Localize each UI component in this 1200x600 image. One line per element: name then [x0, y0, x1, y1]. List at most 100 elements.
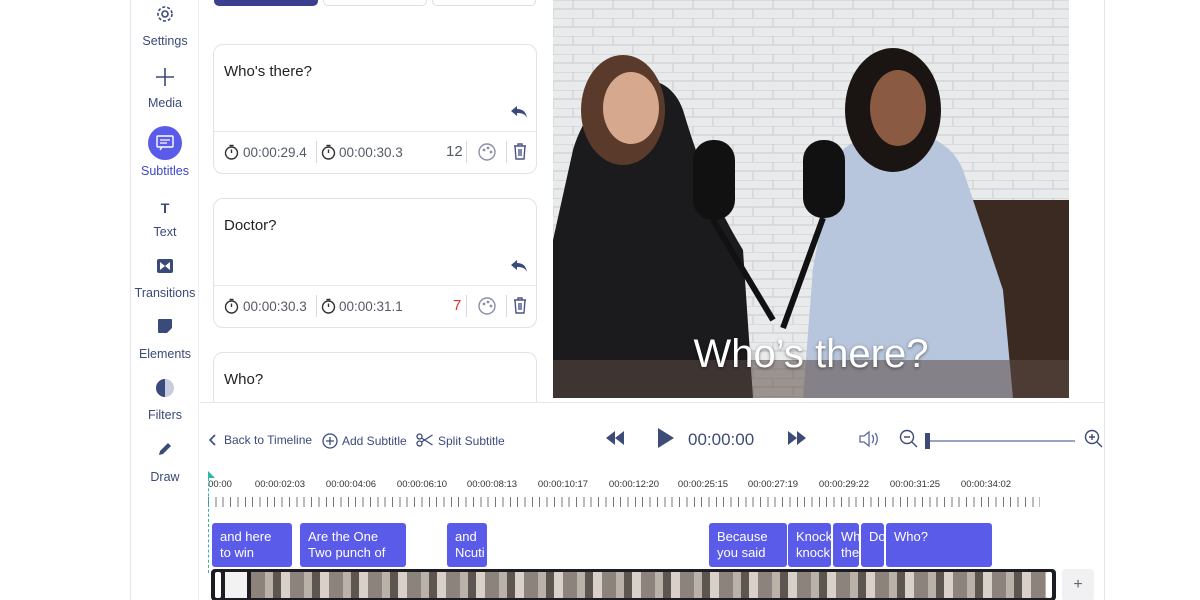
- tab-active[interactable]: [214, 0, 318, 6]
- subtitle-clip[interactable]: and Ncuti: [447, 523, 487, 567]
- sidebar-item-label: Settings: [142, 34, 188, 48]
- ruler-label: 00:00: [208, 479, 232, 490]
- subtitle-clip[interactable]: Wh the: [833, 523, 859, 567]
- transitions-icon: [131, 256, 199, 282]
- filmstrip[interactable]: [211, 569, 1056, 600]
- subtitle-text[interactable]: Who?: [224, 371, 263, 388]
- end-time[interactable]: 00:00:31.1: [339, 299, 403, 314]
- undo-icon[interactable]: [510, 259, 528, 278]
- ruler-label: 00:00:27:19: [747, 479, 799, 490]
- divider: [506, 141, 507, 163]
- stopwatch-icon: [321, 298, 336, 317]
- divider: [214, 285, 536, 286]
- sidebar: Settings Media Subtitles T Text Transiti…: [131, 0, 199, 600]
- add-media-button[interactable]: +: [1062, 569, 1094, 600]
- ruler-label: 00:00:25:15: [677, 479, 729, 490]
- divider: [316, 141, 317, 163]
- start-time[interactable]: 00:00:30.3: [243, 299, 307, 314]
- stopwatch-icon: [224, 298, 239, 317]
- divider: [214, 131, 536, 132]
- split-subtitle-button[interactable]: Split Subtitle: [416, 433, 505, 448]
- trash-icon[interactable]: [512, 296, 528, 317]
- sidebar-item-text[interactable]: T Text: [131, 195, 199, 239]
- playhead-handle[interactable]: [208, 471, 215, 478]
- divider: [466, 295, 467, 317]
- video-caption: Who’s there?: [693, 332, 929, 376]
- rewind-icon[interactable]: [605, 431, 625, 450]
- sidebar-item-subtitles[interactable]: Subtitles: [131, 126, 199, 178]
- ruler-label: 00:00:12:20: [608, 479, 660, 490]
- text-icon: T: [160, 200, 170, 216]
- ruler-label: 00:00:29:22: [818, 479, 870, 490]
- timeline-ruler[interactable]: 00:00 00:00:02:03 00:00:04:06 00:00:06:1…: [208, 479, 1040, 511]
- add-subtitle-button[interactable]: Add Subtitle: [322, 433, 407, 449]
- tab[interactable]: [323, 0, 427, 6]
- subtitle-controls: 00:00:30.3 00:00:31.1 7: [224, 295, 526, 319]
- volume-icon[interactable]: [859, 430, 881, 453]
- plus-icon: [131, 66, 199, 92]
- fast-forward-icon[interactable]: [787, 431, 807, 450]
- video-preview[interactable]: Who’s there?: [553, 0, 1069, 398]
- subtitle-controls: 00:00:29.4 00:00:30.3 12: [224, 141, 526, 165]
- sidebar-item-media[interactable]: Media: [131, 66, 199, 110]
- pencil-icon: [131, 440, 199, 466]
- tab[interactable]: [432, 0, 536, 6]
- sidebar-item-elements[interactable]: Elements: [131, 317, 199, 361]
- subtitle-card[interactable]: Who's there? 00:00:29.4 00:00:30.3 12: [213, 44, 537, 174]
- char-count-warning: 7: [453, 297, 462, 314]
- ruler-label: 00:00:02:03: [254, 479, 306, 490]
- sidebar-item-label: Subtitles: [141, 164, 189, 178]
- subtitle-clip[interactable]: Because you said: [709, 523, 787, 567]
- sidebar-item-transitions[interactable]: Transitions: [131, 256, 199, 300]
- ruler-label: 00:00:04:06: [325, 479, 377, 490]
- playhead[interactable]: [208, 473, 209, 573]
- trim-handle-right[interactable]: [1046, 572, 1052, 598]
- subtitle-card[interactable]: Doctor? 00:00:30.3 00:00:31.1 7: [213, 198, 537, 328]
- sidebar-item-label: Text: [153, 225, 177, 239]
- sidebar-item-label: Transitions: [134, 286, 196, 300]
- ruler-label: 00:00:08:13: [466, 479, 518, 490]
- palette-icon[interactable]: [477, 296, 497, 319]
- play-icon[interactable]: [657, 427, 675, 454]
- split-label: Split Subtitle: [438, 434, 505, 448]
- subtitle-text[interactable]: Doctor?: [224, 217, 277, 234]
- add-label: Add Subtitle: [342, 434, 407, 448]
- trim-handle-left[interactable]: [215, 572, 221, 598]
- sidebar-item-settings[interactable]: Settings: [131, 4, 199, 48]
- start-time[interactable]: 00:00:29.4: [243, 145, 307, 160]
- zoom-slider-handle[interactable]: [925, 433, 930, 449]
- subtitle-card[interactable]: Who?: [213, 352, 537, 402]
- palette-icon[interactable]: [477, 142, 497, 165]
- zoom-out-icon[interactable]: [899, 429, 919, 454]
- ruler-label: 00:00:31:25: [889, 479, 941, 490]
- zoom-slider[interactable]: [925, 440, 1075, 442]
- ruler-label: 00:00:10:17: [537, 479, 589, 490]
- stopwatch-icon: [321, 144, 336, 163]
- trash-icon[interactable]: [512, 142, 528, 163]
- subtitle-clip[interactable]: Are the One Two punch of: [300, 523, 406, 567]
- chevron-left-icon: [208, 434, 216, 446]
- timeline-panel: Back to Timeline Add Subtitle Split Subt…: [200, 402, 1104, 600]
- back-label: Back to Timeline: [224, 433, 313, 447]
- subtitle-clip[interactable]: Who?: [886, 523, 992, 567]
- subtitle-clip[interactable]: Do: [861, 523, 884, 567]
- sidebar-item-draw[interactable]: Draw: [131, 440, 199, 484]
- scissors-icon: [416, 433, 433, 447]
- undo-icon[interactable]: [510, 105, 528, 124]
- ruler-label: 00:00:06:10: [396, 479, 448, 490]
- sidebar-item-label: Draw: [150, 470, 180, 484]
- gear-icon: [131, 4, 199, 30]
- half-circle-icon: [131, 378, 199, 404]
- subtitle-text[interactable]: Who's there?: [224, 63, 312, 80]
- end-time[interactable]: 00:00:30.3: [339, 145, 403, 160]
- divider: [506, 295, 507, 317]
- subtitle-clip[interactable]: Knock knock: [788, 523, 831, 567]
- divider: [466, 141, 467, 163]
- plus-icon: +: [1073, 576, 1083, 593]
- sidebar-item-filters[interactable]: Filters: [131, 378, 199, 422]
- zoom-in-icon[interactable]: [1084, 429, 1104, 454]
- filmstrip-thumbnail: [225, 572, 247, 598]
- back-to-timeline-button[interactable]: Back to Timeline: [208, 433, 312, 447]
- stopwatch-icon: [224, 144, 239, 163]
- subtitle-clip[interactable]: and here to win: [212, 523, 292, 567]
